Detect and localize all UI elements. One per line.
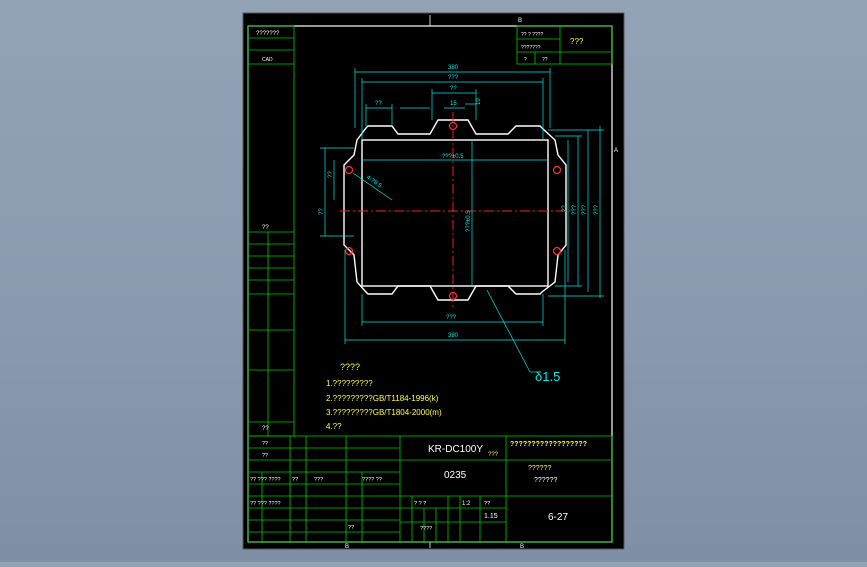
dim-right-v1: ??	[562, 205, 568, 212]
top-box-row1: ?? ? ????	[521, 32, 543, 38]
title-company-title: ??????????????????	[510, 441, 587, 448]
top-box-row2: ???????	[521, 45, 541, 51]
title-small-cell-6: ??	[484, 501, 490, 507]
left-strip-bottom-label: ??	[262, 426, 269, 432]
border-mark-right: A	[614, 148, 618, 154]
notes-title: ????	[340, 362, 360, 372]
dim-right-v2: ???	[572, 204, 578, 215]
dim-center-top: ??	[450, 86, 457, 92]
title-model: KR-DC100Y	[428, 444, 483, 455]
dim-right-v4: ???	[594, 204, 600, 215]
dim-overall-top: 380	[448, 65, 459, 71]
drawing-sheet	[242, 12, 625, 550]
title-small-cell-3: ???? ??	[362, 477, 382, 483]
border-mark-bottom-right: B	[520, 544, 524, 550]
thickness-label: δ1.5	[535, 369, 560, 384]
dim-right-small: 10	[476, 98, 482, 105]
title-scale: 1:2	[462, 501, 471, 507]
dim-bottom-overall: 380	[448, 333, 459, 339]
title-rev-label-4: ?? ??? ????	[250, 501, 281, 507]
top-box-stamp: ???	[570, 37, 584, 46]
dim-inner-height: ???±0.5	[466, 210, 472, 232]
title-small-cell-1: ??	[292, 477, 298, 483]
dim-left-v1: ??	[319, 208, 325, 215]
border-mark-top: B	[518, 18, 522, 24]
dim-left-small: ??	[375, 101, 382, 107]
title-part-no: 0235	[444, 470, 467, 481]
title-rev-label-3: ?? ??? ????	[250, 477, 281, 483]
dim-center-small: 15	[450, 101, 457, 107]
notes-line3: 3.?????????GB/T1804-2000(m)	[326, 408, 442, 417]
cad-drawing-canvas: ??????? CAD ?? ?? ?? ? ???? ??????? ? ??…	[242, 12, 625, 550]
notes-line4: 4.??	[326, 422, 342, 431]
title-small-cell-2: ???	[314, 477, 323, 483]
title-small-cell-4: ??	[348, 525, 354, 531]
dim-bottom-inner: ???	[446, 315, 457, 321]
dim-left-v2: ??	[328, 171, 334, 178]
title-sheet: 6-27	[548, 512, 568, 523]
top-box-row3b: ??	[542, 57, 548, 63]
title-part-name-1: ??????	[528, 465, 551, 472]
dim-right-v3: ???	[582, 204, 588, 215]
top-box-row3a: ?	[524, 57, 527, 63]
title-part-name-2: ??????	[534, 477, 557, 484]
dim-inner-top: ???	[448, 75, 459, 81]
title-small-cell-5: ? ? ?	[414, 501, 426, 507]
notes-line2: 2.?????????GB/T1184-1996(k)	[326, 394, 439, 403]
left-strip-cad-label: CAD	[262, 57, 273, 63]
title-company-suffix: ???	[488, 452, 499, 458]
title-weight: 1.15	[484, 513, 498, 520]
title-material: ????	[420, 526, 432, 532]
left-strip-sign-label: ??	[262, 225, 269, 231]
title-rev-label-2: ??	[262, 453, 268, 459]
dim-inner-width: ???±0.5	[442, 154, 464, 160]
title-rev-label-1: ??	[262, 441, 268, 447]
border-mark-bottom-left: B	[345, 544, 349, 550]
left-strip-top-label: ???????	[256, 31, 280, 37]
notes-line1: 1.?????????	[326, 379, 373, 388]
cad-viewport[interactable]: ??????? CAD ?? ?? ?? ? ???? ??????? ? ??…	[0, 0, 867, 562]
